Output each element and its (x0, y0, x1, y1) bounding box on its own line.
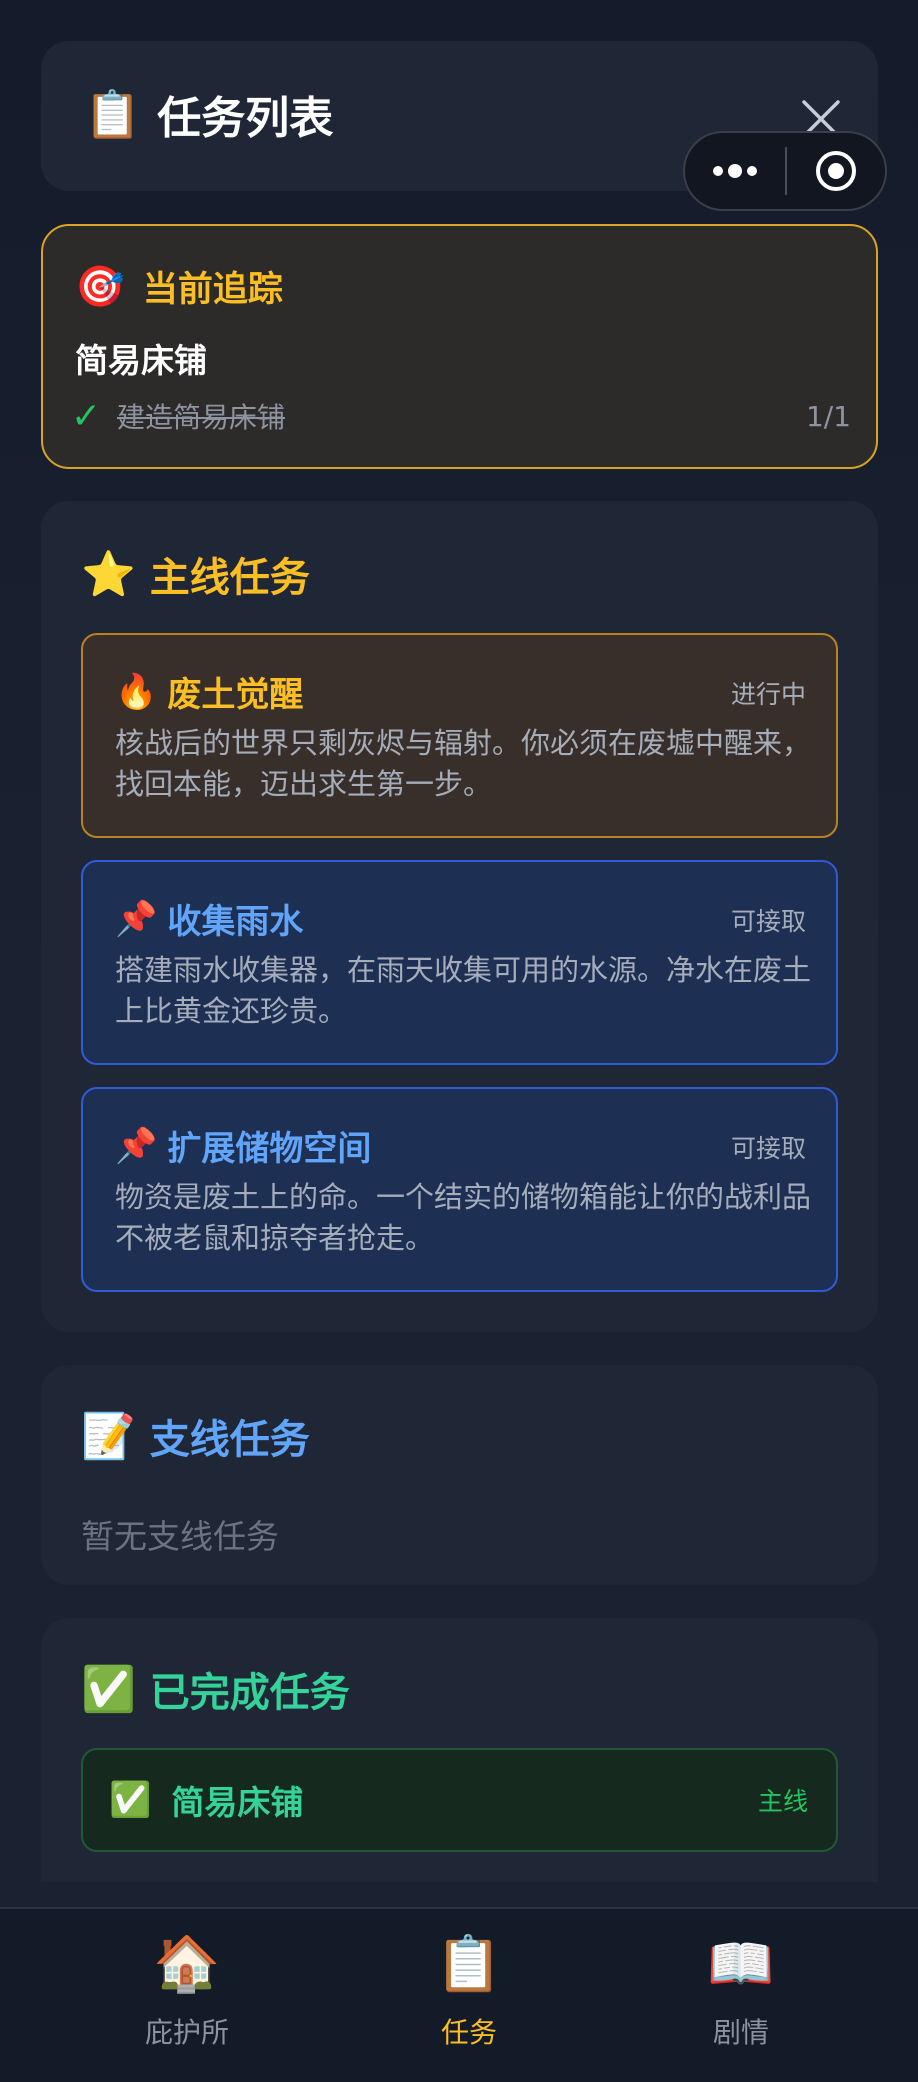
mini-program-capsule (683, 131, 887, 211)
empty-side-quests: 暂无支线任务 (81, 1517, 279, 1556)
bottom-nav: 🏠 庇护所 📋 任务 📖 剧情 (0, 1907, 918, 2082)
quest-status: 进行中 (730, 680, 806, 709)
exit-button[interactable] (787, 133, 885, 209)
target-circle-icon (816, 151, 856, 191)
check-mark-button-icon: ✅ (81, 1664, 136, 1715)
target-icon: 🎯 (75, 264, 125, 310)
check-mark-button-icon: ✅ (109, 1780, 152, 1820)
side-quest-title-text: 支线任务 (149, 1417, 310, 1463)
completed-quest-tag: 主线 (757, 1787, 808, 1816)
page-title-text: 任务列表 (157, 93, 334, 144)
completed-quest-name: ✅ 简易床铺 (109, 1750, 303, 1850)
quest-name-text: 收集雨水 (167, 902, 304, 942)
quest-name: 🔥 废土觉醒 (115, 667, 303, 716)
star-icon: ⭐ (81, 549, 136, 600)
quest-description: 搭建雨水收集器，在雨天收集可用的水源。净水在废土上比黄金还珍贵。 (115, 953, 812, 1028)
tracking-heading-text: 当前追踪 (142, 270, 283, 310)
nav-label: 庇护所 (144, 2016, 229, 2049)
tracking-card[interactable]: 🎯 当前追踪 简易床铺 ✓ 建造简易床铺 1/1 (41, 224, 878, 469)
completed-quest-item[interactable]: ✅ 简易床铺 主线 (81, 1748, 838, 1852)
tracking-quest-name: 简易床铺 (75, 341, 207, 380)
quest-card-0[interactable]: 🔥 废土觉醒 进行中 核战后的世界只剩灰烬与辐射。你必须在废墟中醒来，找回本能，… (81, 633, 838, 838)
completed-title: ✅ 已完成任务 (81, 1660, 350, 1718)
nav-item-story[interactable]: 📖 剧情 (641, 1929, 841, 2051)
page-title: 📋 任务列表 (84, 82, 333, 146)
quest-card-1[interactable]: 📌 收集雨水 可接取 搭建雨水收集器，在雨天收集可用的水源。净水在废土上比黄金还… (81, 860, 838, 1065)
pushpin-icon: 📌 (115, 898, 158, 939)
quest-name: 📌 收集雨水 (115, 894, 303, 943)
clipboard-icon: 📋 (84, 87, 142, 141)
quest-status: 可接取 (730, 1134, 806, 1163)
quest-description: 物资是废土上的命。一个结实的储物箱能让你的战利品不被老鼠和掠夺者抢走。 (115, 1180, 812, 1255)
book-icon: 📖 (707, 1932, 775, 1995)
side-quest-title: 📝 支线任务 (81, 1407, 310, 1465)
pushpin-icon: 📌 (115, 1125, 158, 1166)
clipboard-icon: 📋 (435, 1932, 503, 1995)
nav-label: 剧情 (712, 2016, 769, 2049)
more-dots-icon (713, 164, 757, 178)
nav-item-shelter[interactable]: 🏠 庇护所 (87, 1929, 287, 2051)
fire-icon: 🔥 (115, 671, 158, 712)
main-quest-title-text: 主线任务 (149, 555, 310, 601)
nav-label: 任务 (440, 2016, 497, 2049)
memo-icon: 📝 (81, 1411, 136, 1462)
side-quest-section: 📝 支线任务 暂无支线任务 (41, 1365, 878, 1585)
quest-name-text: 扩展储物空间 (167, 1129, 372, 1169)
main-quest-section: ⭐ 主线任务 🔥 废土觉醒 进行中 核战后的世界只剩灰烬与辐射。你必须在废墟中醒… (41, 501, 878, 1332)
quest-name-text: 废土觉醒 (167, 675, 304, 715)
quest-page: 📋 任务列表 🎯 当前追踪 简易床铺 ✓ 建造简易床铺 1/1 ⭐ 主线任务 🔥… (0, 0, 918, 2082)
quest-status: 可接取 (730, 907, 806, 936)
completed-title-text: 已完成任务 (149, 1670, 350, 1716)
quest-card-2[interactable]: 📌 扩展储物空间 可接取 物资是废土上的命。一个结实的储物箱能让你的战利品不被老… (81, 1087, 838, 1292)
nav-item-quests[interactable]: 📋 任务 (369, 1929, 569, 2051)
more-button[interactable] (685, 133, 785, 209)
tracking-objective: 建造简易床铺 (117, 401, 286, 434)
tracking-objective-row: ✓ 建造简易床铺 1/1 (71, 391, 851, 441)
completed-section: ✅ 已完成任务 ✅ 简易床铺 主线 (41, 1618, 878, 1882)
tracking-heading: 🎯 当前追踪 (75, 261, 283, 312)
main-quest-title: ⭐ 主线任务 (81, 545, 310, 603)
house-icon: 🏠 (153, 1932, 221, 1995)
tracking-progress: 1/1 (805, 399, 851, 433)
completed-quest-name-text: 简易床铺 (171, 1783, 304, 1822)
check-icon: ✓ (71, 395, 102, 437)
quest-name: 📌 扩展储物空间 (115, 1121, 371, 1170)
quest-description: 核战后的世界只剩灰烬与辐射。你必须在废墟中醒来，找回本能，迈出求生第一步。 (115, 726, 812, 801)
